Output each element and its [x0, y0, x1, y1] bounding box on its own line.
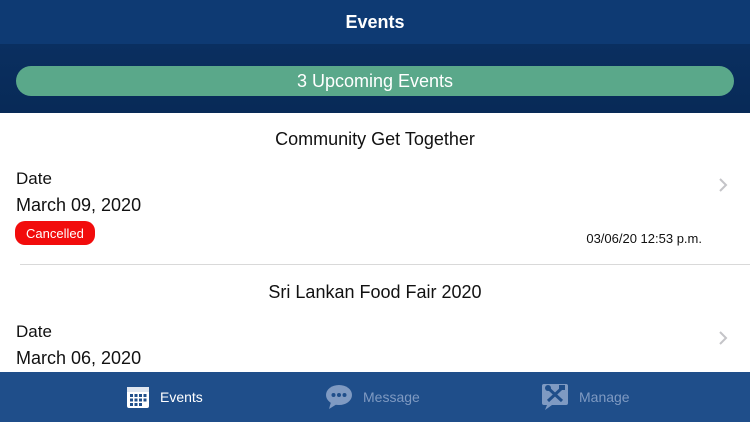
upcoming-events-banner[interactable]: 3 Upcoming Events [16, 66, 734, 96]
chevron-right-icon [719, 178, 728, 192]
event-title: Community Get Together [275, 129, 475, 149]
tab-message-label: Message [363, 389, 420, 405]
tab-bar: Events Message Manage [0, 372, 750, 422]
status-badge: Cancelled [15, 221, 95, 245]
tools-icon [542, 384, 568, 410]
tab-manage[interactable]: Manage [541, 372, 630, 422]
upcoming-events-label: 3 Upcoming Events [296, 70, 454, 91]
chat-bubble-icon [326, 385, 352, 409]
status-badge-label: Cancelled [26, 225, 84, 241]
event-date: March 09, 2020 [16, 195, 142, 215]
event-row[interactable]: Community Get Together Date March 09, 20… [0, 113, 750, 265]
event-title: Sri Lankan Food Fair 2020 [268, 282, 482, 302]
page-title: Events [345, 11, 405, 32]
event-date: March 06, 2020 [16, 348, 142, 368]
tab-manage-label: Manage [579, 389, 630, 405]
tab-events[interactable]: Events [126, 372, 203, 422]
divider [20, 264, 750, 265]
updated-timestamp: 03/06/20 12:53 p.m. [586, 231, 702, 246]
events-list: Community Get Together Date March 09, 20… [0, 113, 750, 372]
date-label: Date [16, 322, 52, 341]
date-label: Date [16, 169, 52, 188]
calendar-icon [127, 387, 149, 408]
chevron-right-icon [719, 331, 728, 345]
tab-events-label: Events [160, 389, 203, 405]
event-row[interactable]: Sri Lankan Food Fair 2020 Date March 06,… [0, 266, 750, 372]
tab-message[interactable]: Message [325, 372, 420, 422]
nav-bar: Events [0, 0, 750, 44]
